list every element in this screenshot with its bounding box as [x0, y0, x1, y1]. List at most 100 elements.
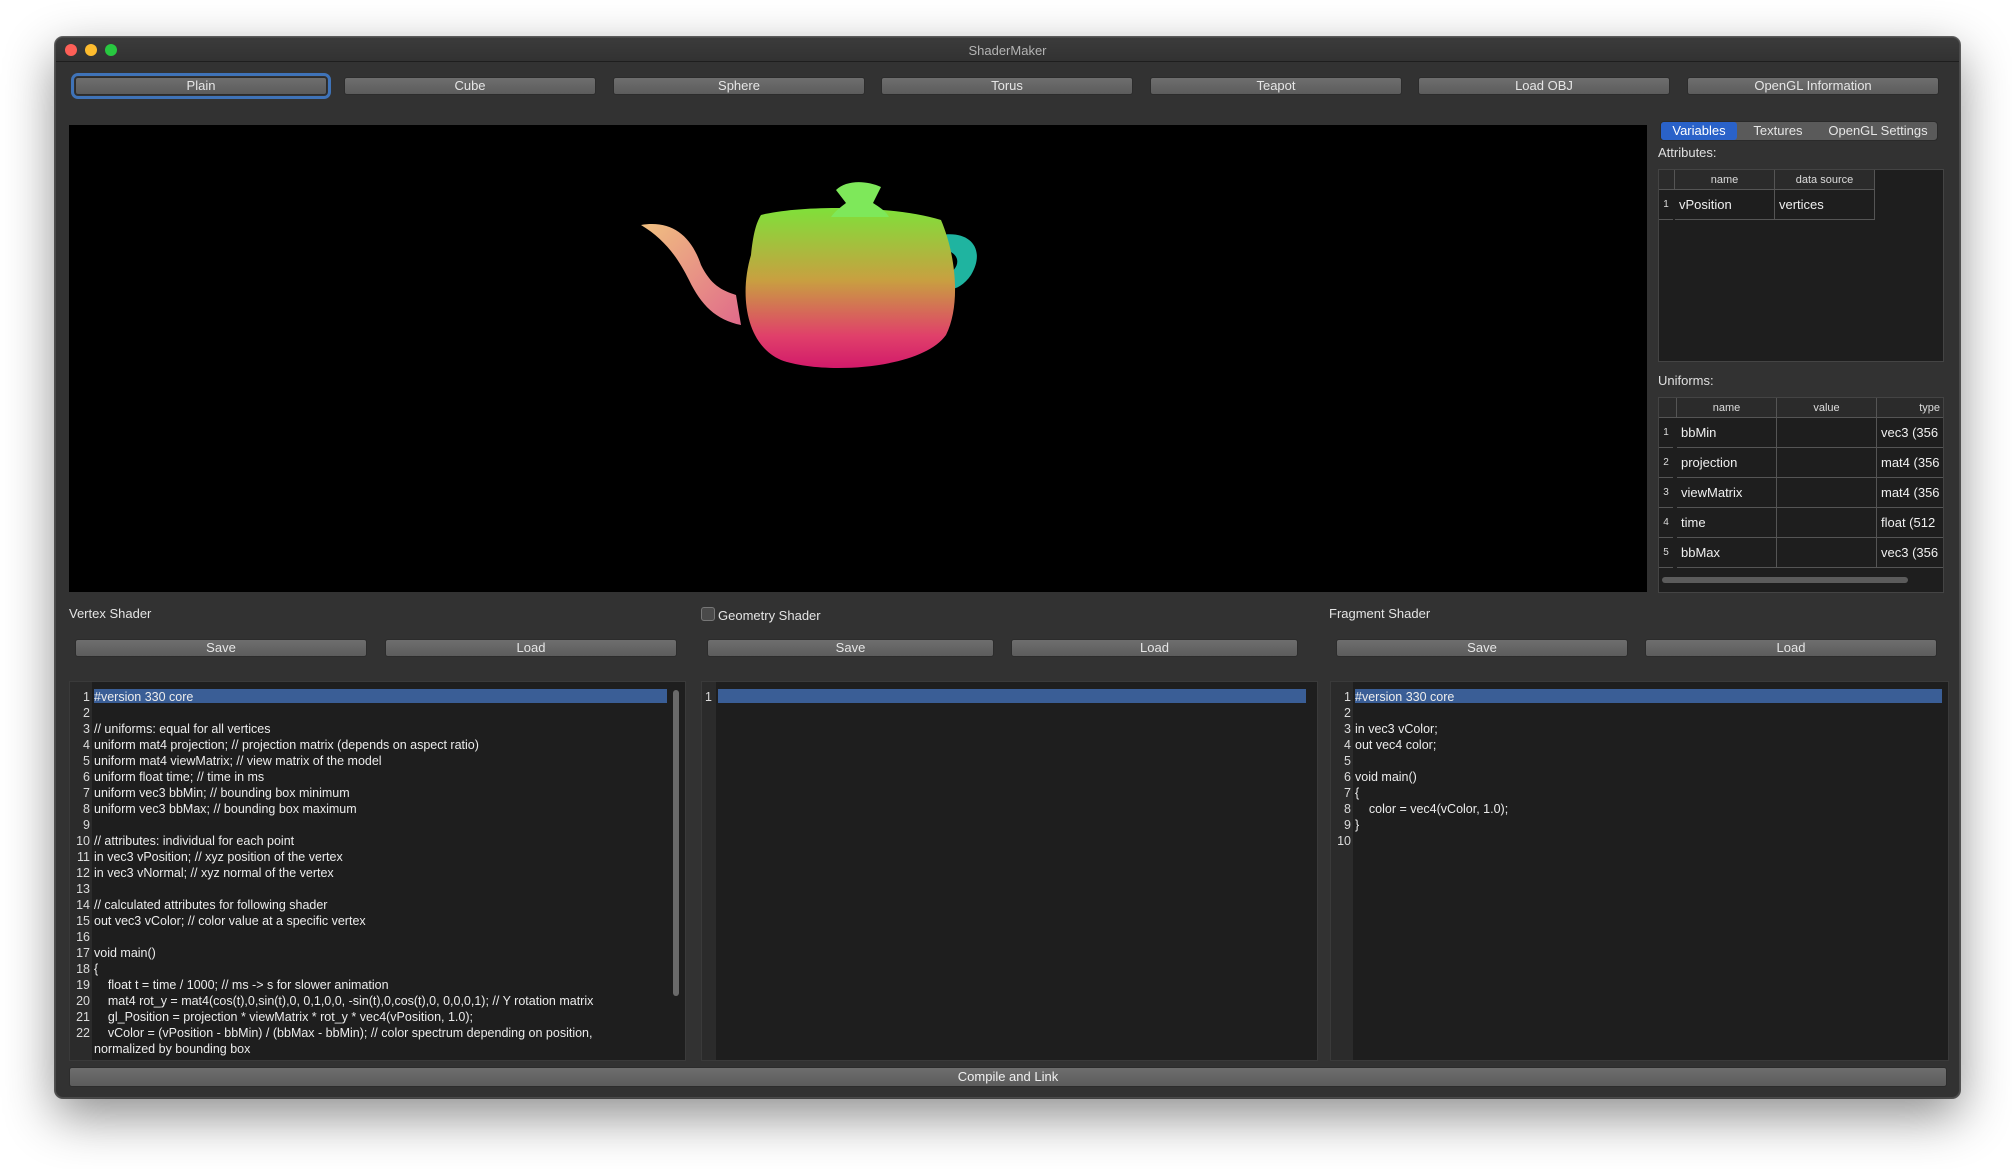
line-number: 3: [1344, 722, 1351, 736]
code-line[interactable]: 10: [1331, 833, 1355, 849]
line-number: 9: [1344, 818, 1351, 832]
row-number: 2: [1659, 448, 1673, 478]
uniform-type-cell[interactable]: vec3 (356: [1877, 418, 1943, 448]
code-line[interactable]: 7 uniform vec3 bbMin; // bounding box min…: [70, 785, 350, 801]
opengl-information-button[interactable]: OpenGL Information: [1687, 77, 1939, 95]
code-line[interactable]: 22 vColor = (vPosition - bbMin) / (bbMax…: [70, 1025, 592, 1041]
code-text: uniform mat4 projection; // projection m…: [94, 738, 479, 752]
code-line[interactable]: 5 uniform mat4 viewMatrix; // view matrix…: [70, 753, 382, 769]
geometry-load-button[interactable]: Load: [1011, 639, 1298, 657]
code-line[interactable]: 2: [70, 705, 94, 721]
uniform-name-cell[interactable]: viewMatrix: [1677, 478, 1777, 508]
vertex-editor-vertical-scrollbar[interactable]: [673, 690, 679, 996]
code-line[interactable]: 7{: [1331, 785, 1359, 801]
code-line[interactable]: 6 void main(): [1331, 769, 1417, 785]
attributes-table: name data source 1 vPosition vertices: [1658, 169, 1944, 362]
geometry-save-button[interactable]: Save: [707, 639, 994, 657]
code-line[interactable]: 19 float t = time / 1000; // ms -> s for…: [70, 977, 388, 993]
line-number: 2: [83, 706, 90, 720]
code-line[interactable]: 4 uniform mat4 projection; // projection …: [70, 737, 479, 753]
uniform-type-cell[interactable]: mat4 (356: [1877, 478, 1943, 508]
line-number: 19: [76, 978, 90, 992]
code-line[interactable]: 1: [702, 689, 716, 705]
code-line[interactable]: 8 uniform vec3 bbMax; // bounding box max…: [70, 801, 357, 817]
code-text: out vec3 vColor; // color value at a spe…: [94, 914, 366, 928]
geometry-shader-editor[interactable]: 1: [701, 681, 1318, 1061]
tab-opengl-settings[interactable]: OpenGL Settings: [1819, 122, 1937, 140]
code-line[interactable]: 3 // uniforms: equal for all vertices: [70, 721, 270, 737]
code-line[interactable]: 6 uniform float time; // time in ms: [70, 769, 264, 785]
code-text: void main(): [1355, 770, 1417, 784]
code-text: // attributes: individual for each point: [94, 834, 295, 848]
uniform-value-cell[interactable]: [1777, 418, 1877, 448]
uniform-value-cell[interactable]: [1777, 538, 1877, 568]
torus-model-button[interactable]: Torus: [881, 77, 1133, 95]
code-line[interactable]: 15 out vec3 vColor; // color value at a s…: [70, 913, 366, 929]
fragment-save-button[interactable]: Save: [1336, 639, 1628, 657]
code-line[interactable]: 21 gl_Position = projection * viewMatrix…: [70, 1009, 473, 1025]
fragment-load-button[interactable]: Load: [1645, 639, 1937, 657]
code-line[interactable]: 14 // calculated attributes for following…: [70, 897, 327, 913]
table-corner: [1659, 398, 1677, 418]
vertex-shader-editor[interactable]: 1 #version 330 core 2 3 // uniforms: equal f…: [69, 681, 686, 1061]
code-line[interactable]: 17 void main(): [70, 945, 156, 961]
uniform-name-cell[interactable]: bbMin: [1677, 418, 1777, 448]
load-obj-button[interactable]: Load OBJ: [1418, 77, 1670, 95]
code-line[interactable]: 3 in vec3 vColor;: [1331, 721, 1438, 737]
code-text: normalized by bounding box: [94, 1042, 251, 1056]
attribute-name-cell[interactable]: vPosition: [1675, 190, 1775, 220]
uniform-value-cell[interactable]: [1777, 508, 1877, 538]
code-line[interactable]: 1 #version 330 core: [70, 689, 193, 705]
attribute-source-cell[interactable]: vertices: [1775, 190, 1875, 220]
code-line[interactable]: 4 out vec4 color;: [1331, 737, 1436, 753]
tab-textures[interactable]: Textures: [1739, 122, 1817, 140]
uniform-name-cell[interactable]: time: [1677, 508, 1777, 538]
code-line[interactable]: 1 #version 330 core: [1331, 689, 1454, 705]
vertex-save-button[interactable]: Save: [75, 639, 367, 657]
uniform-value-cell[interactable]: [1777, 448, 1877, 478]
code-line[interactable]: 2: [1331, 705, 1355, 721]
code-line[interactable]: 5: [1331, 753, 1355, 769]
uniforms-horizontal-scrollbar[interactable]: [1662, 577, 1908, 583]
fragment-shader-label: Fragment Shader: [1329, 606, 1431, 621]
vertex-load-button[interactable]: Load: [385, 639, 677, 657]
code-line[interactable]: 16: [70, 929, 94, 945]
attributes-label: Attributes:: [1658, 145, 1717, 160]
code-line[interactable]: 11 in vec3 vPosition; // xyz position of …: [70, 849, 343, 865]
tab-variables[interactable]: Variables: [1661, 122, 1737, 140]
render-viewport[interactable]: [69, 125, 1647, 592]
line-number: 2: [1344, 706, 1351, 720]
code-line[interactable]: 10 // attributes: individual for each poi…: [70, 833, 294, 849]
uniform-value-cell[interactable]: [1777, 478, 1877, 508]
code-line[interactable]: 9}: [1331, 817, 1359, 833]
code-text: #version 330 core: [1355, 690, 1455, 704]
uniform-name-cell[interactable]: projection: [1677, 448, 1777, 478]
fragment-shader-editor[interactable]: 1 #version 330 core 2 3 in vec3 vColor; 4 out …: [1330, 681, 1949, 1061]
code-text: {: [94, 962, 99, 976]
code-line[interactable]: normalized by bounding box: [70, 1041, 250, 1057]
line-number: 5: [83, 754, 90, 768]
code-line[interactable]: 18 {: [70, 961, 98, 977]
column-header-data-source: data source: [1775, 170, 1875, 190]
uniform-type-cell[interactable]: mat4 (356: [1877, 448, 1943, 478]
code-line[interactable]: 12 in vec3 vNormal; // xyz normal of the …: [70, 865, 334, 881]
code-line[interactable]: 8 color = vec4(vColor, 1.0);: [1331, 801, 1508, 817]
uniform-type-cell[interactable]: vec3 (356: [1877, 538, 1943, 568]
teapot-model-button[interactable]: Teapot: [1150, 77, 1402, 95]
code-line[interactable]: 9: [70, 817, 94, 833]
uniform-name-cell[interactable]: bbMax: [1677, 538, 1777, 568]
compile-and-link-button[interactable]: Compile and Link: [69, 1067, 1947, 1087]
line-number: 15: [76, 914, 90, 928]
uniform-type-cell[interactable]: float (512: [1877, 508, 1943, 538]
sphere-model-button[interactable]: Sphere: [613, 77, 865, 95]
plain-model-button[interactable]: Plain: [71, 73, 331, 99]
line-number: 21: [76, 1010, 90, 1024]
code-line[interactable]: 13: [70, 881, 94, 897]
code-line[interactable]: 20 mat4 rot_y = mat4(cos(t),0,sin(t),0, …: [70, 993, 593, 1009]
cube-model-button[interactable]: Cube: [344, 77, 596, 95]
geometry-shader-checkbox[interactable]: [701, 607, 715, 621]
line-number: 9: [83, 818, 90, 832]
